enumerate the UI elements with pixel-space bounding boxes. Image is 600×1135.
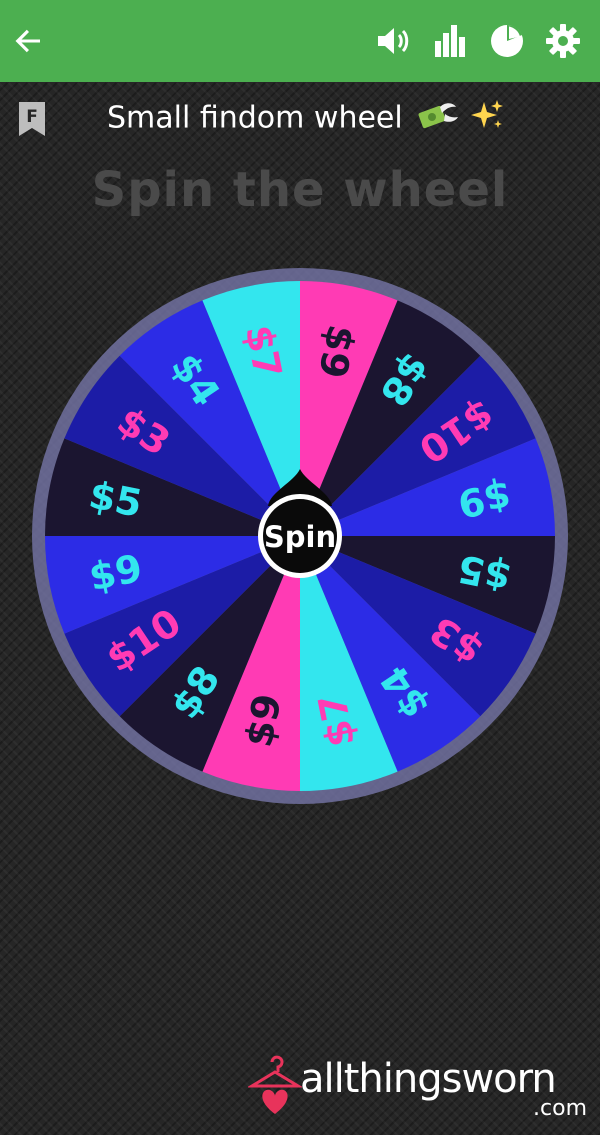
bookmark-icon[interactable]: F — [16, 100, 48, 138]
watermark-logo: allthingsworn .com — [248, 1050, 593, 1125]
back-arrow-icon[interactable] — [8, 21, 48, 61]
wheel-title: Small findom wheel — [107, 98, 504, 140]
hanger-heart-icon — [248, 1055, 302, 1114]
svg-text:F: F — [26, 107, 38, 127]
watermark-text: allthingsworn — [300, 1056, 557, 1102]
money-with-wings-emoji-icon — [416, 99, 460, 139]
pie-chart-icon[interactable] — [487, 21, 527, 61]
bar-chart-icon[interactable] — [430, 21, 470, 61]
wheel-title-text: Small findom wheel — [107, 100, 403, 136]
spin-heading: Spin the wheel — [91, 162, 509, 218]
watermark-domain: .com — [533, 1096, 587, 1121]
gear-icon[interactable] — [543, 21, 583, 61]
volume-icon[interactable] — [374, 21, 414, 61]
sparkles-emoji-icon — [470, 98, 504, 140]
prize-wheel[interactable]: $9 $8$10$9$5$3$4$7$9$8$10$9$5$3$4 $7 Spin — [30, 266, 570, 806]
spin-button-label[interactable]: Spin — [264, 520, 336, 554]
top-app-bar — [0, 0, 600, 82]
